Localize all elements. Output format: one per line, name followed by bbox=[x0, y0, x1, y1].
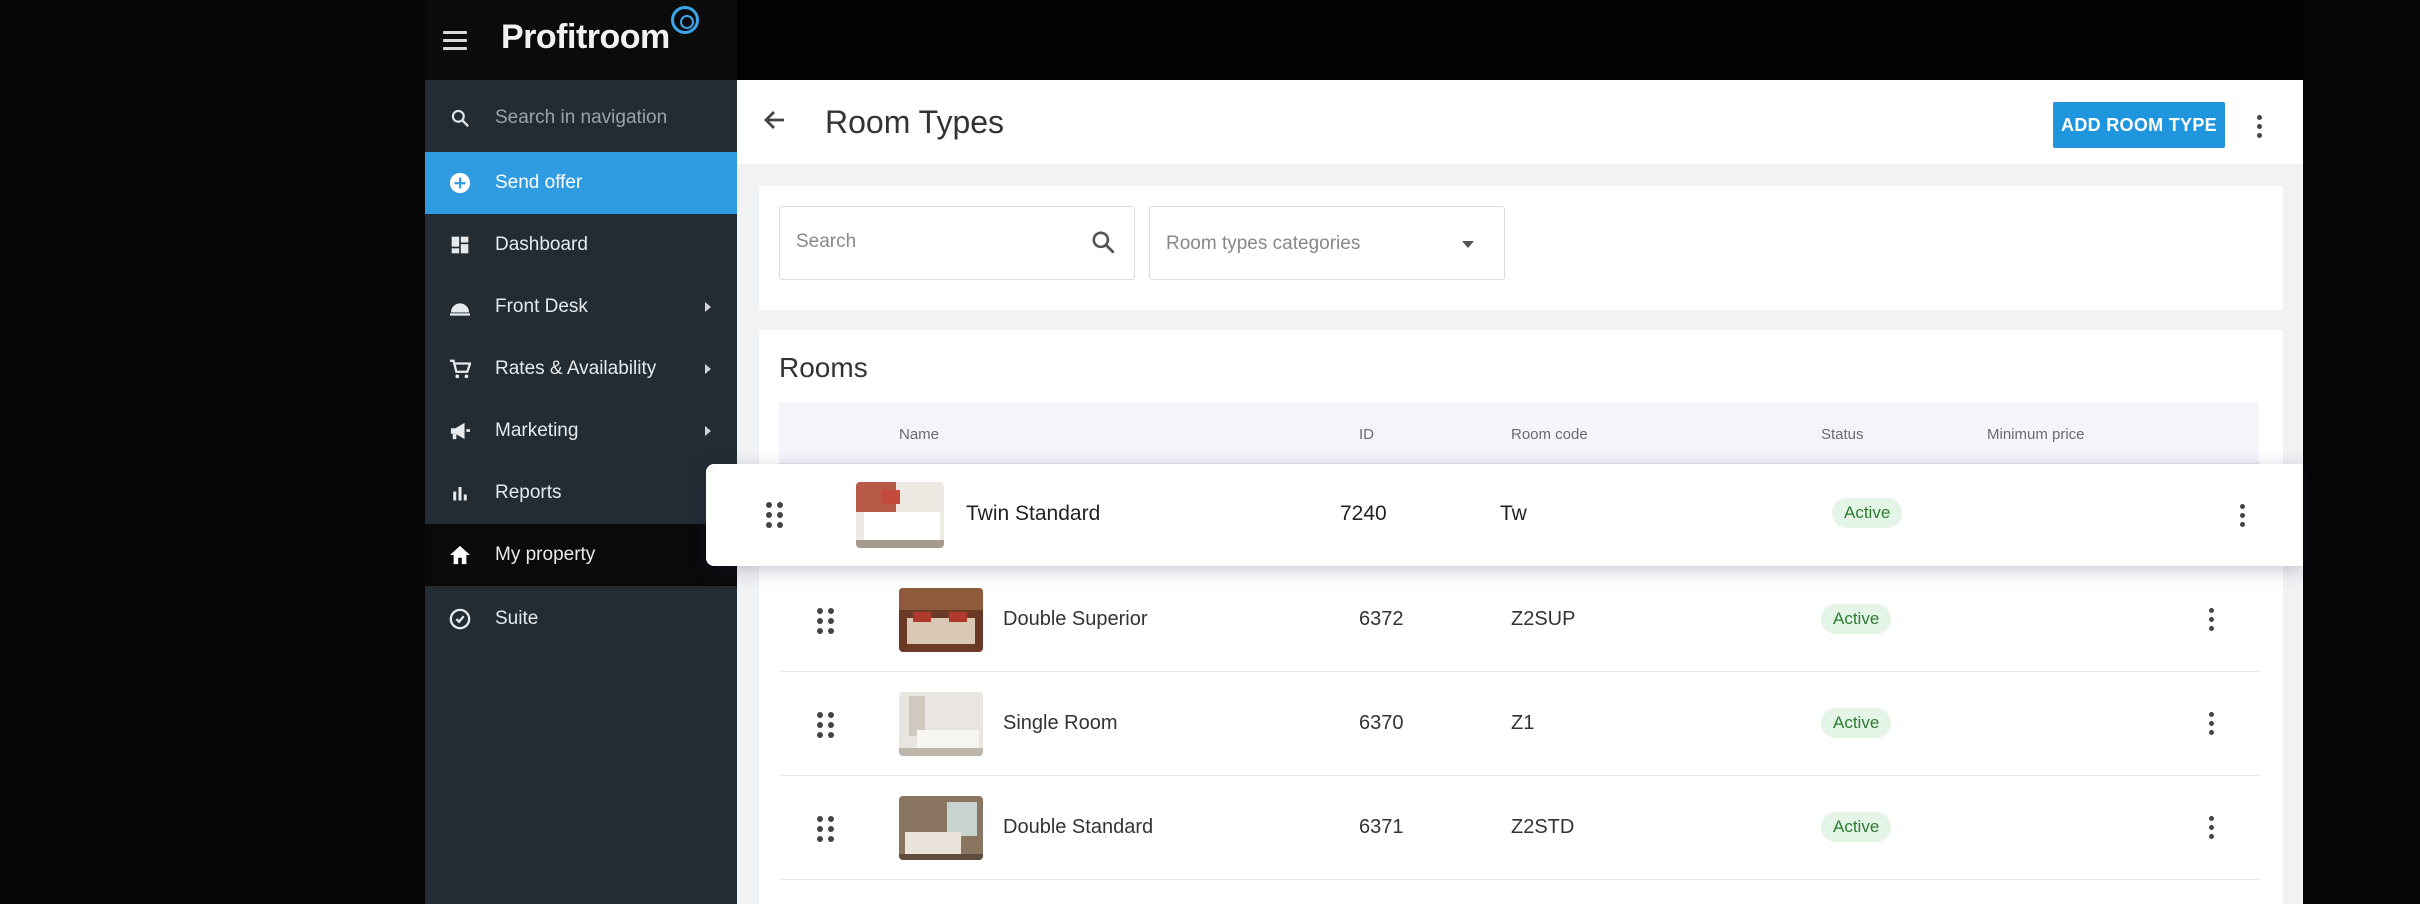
top-bar bbox=[737, 0, 2303, 80]
sidebar-item-label: Dashboard bbox=[495, 234, 588, 255]
drag-handle-icon[interactable] bbox=[817, 608, 834, 634]
status-badge: Active bbox=[1821, 708, 1892, 738]
drag-handle-icon[interactable] bbox=[817, 712, 834, 738]
main-content: Room Types ADD ROOM TYPE Room types cate… bbox=[737, 0, 2303, 904]
room-thumbnail bbox=[899, 588, 983, 652]
bell-icon bbox=[425, 297, 495, 317]
chevron-right-icon bbox=[705, 426, 711, 436]
home-icon bbox=[425, 545, 495, 565]
table-row[interactable]: Double Superior 6372 Z2SUP Active bbox=[779, 568, 2259, 672]
app-window: Profitroom Send offer Dashboard bbox=[425, 0, 2303, 904]
room-id: 6370 bbox=[1359, 712, 1404, 734]
add-room-type-button[interactable]: ADD ROOM TYPE bbox=[2053, 102, 2225, 148]
page-title: Room Types bbox=[825, 104, 1005, 140]
sidebar-item-send-offer[interactable]: Send offer bbox=[425, 152, 737, 214]
room-id: 7240 bbox=[1340, 502, 1387, 525]
room-name: Double Superior bbox=[1003, 608, 1148, 630]
sidebar-item-front-desk[interactable]: Front Desk bbox=[425, 276, 737, 338]
room-code: Tw bbox=[1500, 502, 1527, 525]
sidebar-item-label: Front Desk bbox=[495, 296, 588, 317]
table-header: Name ID Room code Status Minimum price bbox=[779, 402, 2259, 464]
status-badge: Active bbox=[1821, 604, 1892, 634]
sidebar-item-label: Send offer bbox=[495, 172, 583, 193]
room-code: Z1 bbox=[1511, 712, 1535, 734]
room-code: Z2STD bbox=[1511, 816, 1575, 838]
select-placeholder: Room types categories bbox=[1166, 233, 1361, 254]
sidebar-item-rates-availability[interactable]: Rates & Availability bbox=[425, 338, 737, 400]
page-header: Room Types ADD ROOM TYPE bbox=[737, 80, 2303, 164]
drag-handle-icon[interactable] bbox=[766, 502, 783, 528]
sidebar-item-marketing[interactable]: Marketing bbox=[425, 400, 737, 462]
row-more-options-icon[interactable] bbox=[2201, 602, 2221, 636]
chevron-down-icon bbox=[1462, 241, 1474, 248]
filters-panel: Room types categories bbox=[759, 186, 2283, 310]
sidebar-item-dashboard[interactable]: Dashboard bbox=[425, 214, 737, 276]
room-name: Single Room bbox=[1003, 712, 1118, 734]
drag-handle-icon[interactable] bbox=[817, 816, 834, 842]
room-types-categories-select[interactable]: Room types categories bbox=[1149, 206, 1505, 280]
row-more-options-icon[interactable] bbox=[2232, 498, 2252, 532]
room-name: Double Standard bbox=[1003, 816, 1154, 838]
search-icon bbox=[425, 108, 495, 128]
plus-circle-icon bbox=[425, 172, 495, 194]
menu-icon[interactable] bbox=[437, 22, 473, 58]
rooms-title: Rooms bbox=[779, 352, 868, 383]
room-code: Z2SUP bbox=[1511, 608, 1576, 630]
sidebar-item-label: Reports bbox=[495, 482, 562, 503]
column-header-minimum-price[interactable]: Minimum price bbox=[1987, 426, 2085, 443]
suite-icon bbox=[425, 608, 495, 630]
dashboard-icon bbox=[425, 235, 495, 255]
logo: Profitroom bbox=[501, 18, 670, 56]
chevron-right-icon bbox=[705, 364, 711, 374]
dragged-table-row[interactable]: Twin Standard 7240 Tw Active bbox=[706, 464, 2303, 566]
sidebar-item-my-property[interactable]: My property bbox=[425, 524, 737, 586]
table-row[interactable]: Double Standard 6371 Z2STD Active bbox=[779, 776, 2259, 880]
search-field[interactable] bbox=[779, 206, 1135, 280]
room-id: 6372 bbox=[1359, 608, 1404, 630]
back-arrow-icon[interactable] bbox=[763, 108, 787, 137]
search-icon[interactable] bbox=[1090, 229, 1116, 260]
nav-search-input[interactable] bbox=[495, 107, 715, 129]
logo-mark-icon bbox=[671, 6, 699, 34]
table-row[interactable]: Single Room 6370 Z1 Active bbox=[779, 672, 2259, 776]
sidebar-item-label: Marketing bbox=[495, 420, 579, 441]
column-header-id[interactable]: ID bbox=[1359, 426, 1374, 443]
search-input[interactable] bbox=[796, 231, 1076, 253]
sidebar-item-label: Rates & Availability bbox=[495, 358, 657, 379]
row-more-options-icon[interactable] bbox=[2201, 706, 2221, 740]
megaphone-icon bbox=[425, 421, 495, 441]
sidebar-item-suite[interactable]: Suite bbox=[425, 588, 737, 650]
status-badge: Active bbox=[1821, 812, 1892, 842]
room-name: Twin Standard bbox=[966, 502, 1101, 525]
sidebar-item-label: Suite bbox=[495, 608, 539, 629]
nav-search[interactable] bbox=[425, 88, 737, 148]
sidebar-item-label: My property bbox=[495, 544, 596, 565]
room-id: 6371 bbox=[1359, 816, 1404, 838]
column-header-room-code[interactable]: Room code bbox=[1511, 426, 1588, 443]
logo-bar: Profitroom bbox=[425, 0, 737, 80]
column-header-status[interactable]: Status bbox=[1821, 426, 1864, 443]
sidebar-item-reports[interactable]: Reports bbox=[425, 462, 737, 524]
room-thumbnail bbox=[899, 692, 983, 756]
chevron-right-icon bbox=[705, 302, 711, 312]
cart-icon bbox=[425, 358, 495, 380]
row-more-options-icon[interactable] bbox=[2201, 810, 2221, 844]
column-header-name[interactable]: Name bbox=[899, 426, 939, 443]
more-options-icon[interactable] bbox=[2247, 108, 2271, 144]
bar-chart-icon bbox=[425, 484, 495, 502]
rooms-card: Rooms Name ID Room code Status Minimum p… bbox=[759, 330, 2283, 904]
status-badge: Active bbox=[1832, 498, 1903, 528]
room-thumbnail bbox=[899, 796, 983, 860]
room-thumbnail bbox=[856, 482, 944, 548]
sidebar: Profitroom Send offer Dashboard bbox=[425, 0, 737, 904]
